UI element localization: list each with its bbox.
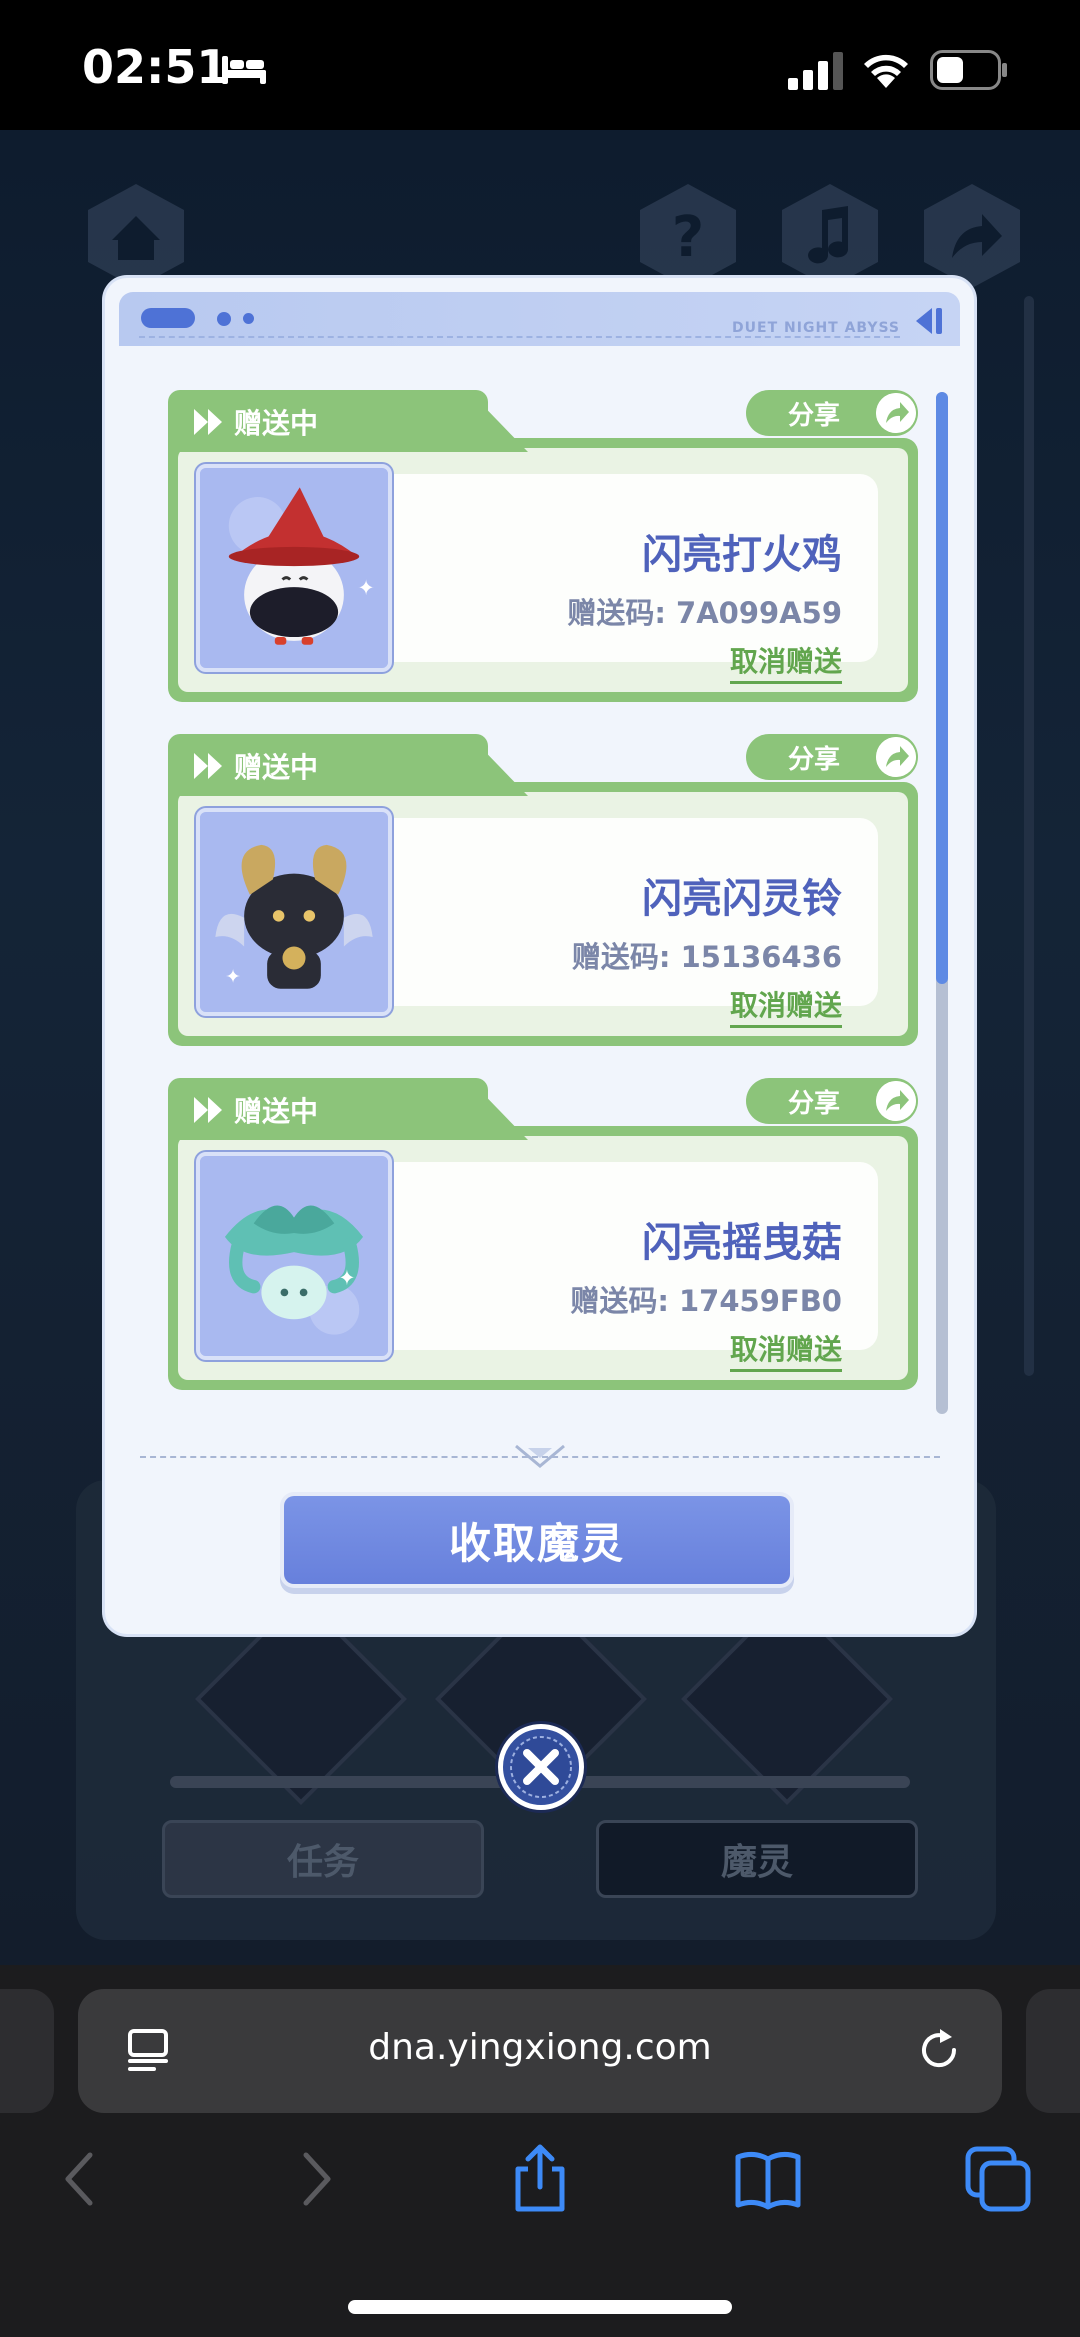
home-icon[interactable]: [80, 180, 192, 292]
header-dash: [139, 336, 900, 338]
svg-text:?: ?: [672, 205, 704, 270]
share-sheet-icon[interactable]: [504, 2143, 576, 2215]
item-name: 闪亮打火鸡: [642, 532, 842, 578]
status-time: 02:51: [82, 40, 229, 94]
gift-card-body: 闪亮打火鸡 赠送码: 7A099A59 取消赠送 ✦: [168, 438, 918, 702]
tab-tasks-label: 任务: [286, 1842, 359, 1883]
tab-spirits[interactable]: 魔灵: [596, 1820, 918, 1898]
browser-toolbar: dna.yingxiong.com: [0, 1965, 1080, 2337]
gift-info-panel: 闪亮摇曳菇 赠送码: 17459FB0 取消赠送: [368, 1162, 878, 1372]
address-bar[interactable]: dna.yingxiong.com: [78, 1989, 1002, 2113]
gift-card: 闪亮摇曳菇 赠送码: 17459FB0 取消赠送 ✦ 赠送中 分享: [168, 1078, 918, 1390]
list-scroll-thumb[interactable]: [936, 392, 948, 984]
share-icon[interactable]: [916, 180, 1028, 292]
collect-spirit-button[interactable]: 收取魔灵: [284, 1496, 790, 1584]
back-icon[interactable]: [46, 2143, 118, 2215]
tab-spirits-label: 魔灵: [720, 1842, 793, 1883]
gift-card: 闪亮打火鸡 赠送码: 7A099A59 取消赠送 ✦ 赠送中 分享: [168, 390, 918, 702]
header-decoration: [217, 312, 231, 326]
share-arrow-icon: [876, 737, 916, 777]
gift-status-tab-slope: [468, 1078, 528, 1140]
gift-card-inner: 闪亮打火鸡 赠送码: 7A099A59 取消赠送 ✦: [178, 448, 908, 692]
bookmarks-icon[interactable]: [732, 2143, 804, 2215]
cancel-gift-link[interactable]: 取消赠送: [729, 984, 842, 1028]
gift-status-label: 赠送中: [234, 751, 319, 784]
battery-icon: [930, 50, 1007, 90]
item-name: 闪亮摇曳菇: [642, 1220, 842, 1266]
goat-bell-image: ✦: [200, 812, 388, 1012]
gift-card-body: 闪亮摇曳菇 赠送码: 17459FB0 取消赠送 ✦: [168, 1126, 918, 1390]
gift-status-tab-slope: [468, 734, 528, 796]
gift-status-tab-slope: [468, 390, 528, 452]
fast-forward-icon: [194, 1097, 222, 1123]
share-button[interactable]: 分享: [746, 1078, 918, 1124]
gift-info-panel: 闪亮打火鸡 赠送码: 7A099A59 取消赠送: [368, 474, 878, 684]
status-bar: 02:51: [0, 0, 1080, 130]
gift-info-panel: 闪亮闪灵铃 赠送码: 15136436 取消赠送: [368, 818, 878, 1028]
item-thumbnail: ✦: [196, 464, 392, 672]
previous-tab-preview[interactable]: [0, 1989, 54, 2113]
gift-code: 赠送码: 17459FB0: [570, 1284, 842, 1318]
brand-text: DUET NIGHT ABYSS: [732, 320, 900, 336]
share-button[interactable]: 分享: [746, 734, 918, 780]
gift-status-label: 赠送中: [234, 407, 319, 440]
gift-status: 赠送中: [194, 746, 318, 786]
dialog-header: DUET NIGHT ABYSS: [119, 292, 960, 346]
share-label: 分享: [788, 400, 841, 431]
tab-tasks[interactable]: 任务: [162, 1820, 484, 1898]
share-button[interactable]: 分享: [746, 390, 918, 436]
gift-code: 赠送码: 15136436: [571, 940, 842, 974]
divider-notch-icon: [515, 1444, 565, 1468]
gift-card-inner: 闪亮闪灵铃 赠送码: 15136436 取消赠送 ✦: [178, 792, 908, 1036]
svg-text:✦: ✦: [338, 1265, 356, 1290]
gift-card-inner: 闪亮摇曳菇 赠送码: 17459FB0 取消赠送 ✦: [178, 1136, 908, 1380]
cancel-gift-link[interactable]: 取消赠送: [729, 1328, 842, 1372]
header-decoration: [141, 308, 195, 328]
tabs-icon[interactable]: [962, 2143, 1034, 2215]
gift-code: 赠送码: 7A099A59: [567, 596, 842, 630]
collapse-icon[interactable]: [912, 306, 944, 336]
share-arrow-icon: [876, 1081, 916, 1121]
home-indicator[interactable]: [348, 2300, 732, 2314]
fire-chicken-image: ✦: [200, 468, 388, 668]
cancel-gift-link[interactable]: 取消赠送: [729, 640, 842, 684]
help-icon[interactable]: ?: [632, 180, 744, 292]
svg-text:✦: ✦: [225, 965, 241, 988]
music-icon[interactable]: [774, 180, 886, 292]
item-thumbnail: ✦: [196, 1152, 392, 1360]
svg-text:✦: ✦: [357, 575, 375, 600]
gift-card: 闪亮闪灵铃 赠送码: 15136436 取消赠送 ✦ 赠送中 分享: [168, 734, 918, 1046]
cellular-signal-icon: [788, 52, 843, 90]
close-icon[interactable]: [498, 1724, 584, 1810]
gift-status: 赠送中: [194, 1090, 318, 1130]
gift-status: 赠送中: [194, 402, 318, 442]
share-arrow-icon: [876, 393, 916, 433]
fast-forward-icon: [194, 753, 222, 779]
url-text: dna.yingxiong.com: [368, 2027, 712, 2068]
sleep-focus-icon: [222, 56, 266, 84]
item-thumbnail: ✦: [196, 808, 392, 1016]
next-tab-preview[interactable]: [1026, 1989, 1080, 2113]
gift-card-body: 闪亮闪灵铃 赠送码: 15136436 取消赠送 ✦: [168, 782, 918, 1046]
item-name: 闪亮闪灵铃: [642, 876, 842, 922]
gift-status-label: 赠送中: [234, 1095, 319, 1128]
forward-icon[interactable]: [278, 2143, 350, 2215]
share-label: 分享: [788, 1088, 841, 1119]
fast-forward-icon: [194, 409, 222, 435]
wifi-icon: [864, 54, 908, 88]
background-scrollbar: [1024, 296, 1034, 1376]
reload-icon[interactable]: [914, 2025, 964, 2075]
header-decoration: [243, 313, 254, 324]
mushroom-image: ✦: [200, 1156, 388, 1356]
share-label: 分享: [788, 744, 841, 775]
